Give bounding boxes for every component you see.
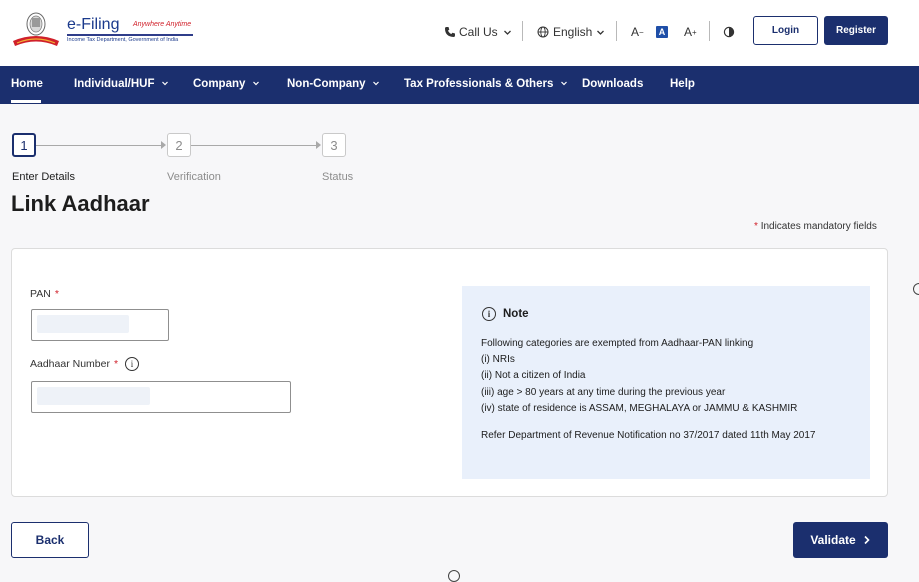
minus-icon: − [639, 27, 644, 37]
brand-divider [67, 34, 193, 36]
pan-label-text: PAN [30, 288, 51, 300]
step-1-indicator: 1 [12, 133, 36, 157]
header-divider [522, 21, 523, 41]
chevron-down-icon [597, 30, 605, 35]
aadhaar-number-input[interactable] [31, 381, 291, 413]
brand-department: Income Tax Department, Government of Ind… [67, 37, 179, 43]
chevron-down-icon [161, 81, 168, 86]
nav-item-label: Individual/HUF [74, 78, 155, 90]
nav-item-label: Tax Professionals & Others [404, 78, 554, 90]
font-normal-label: A [656, 26, 668, 38]
pan-input[interactable] [31, 309, 169, 341]
aadhaar-label: Aadhaar Number * i [30, 357, 140, 371]
phone-icon [445, 27, 455, 37]
efiling-logo[interactable]: e-Filing Anywhere Anytime Income Tax Dep… [11, 10, 201, 50]
edge-circle-fragment [448, 570, 460, 582]
contrast-toggle[interactable] [723, 20, 735, 44]
validate-button[interactable]: Validate [793, 522, 888, 558]
main-nav: Home Individual/HUF Company Non-Company … [0, 66, 919, 104]
nav-item-home[interactable]: Home [11, 78, 43, 90]
chevron-down-icon [252, 81, 259, 86]
required-star: * [54, 288, 59, 300]
font-decrease-label: A [631, 25, 640, 39]
step-2-label: Verification [167, 171, 221, 183]
note-reference: Refer Department of Revenue Notification… [481, 430, 816, 441]
call-us-dropdown[interactable]: Call Us [444, 20, 512, 44]
national-emblem-icon [13, 12, 59, 46]
step-1-label: Enter Details [12, 171, 75, 183]
note-line: (ii) Not a citizen of India [481, 370, 586, 382]
nav-item-help[interactable]: Help [670, 78, 695, 90]
page-title: Link Aadhaar [11, 191, 150, 216]
nav-active-indicator [11, 100, 41, 103]
required-star: * [113, 358, 119, 370]
required-star: * [754, 221, 758, 232]
contrast-icon [723, 26, 735, 38]
font-increase-label: A [684, 25, 693, 39]
pan-input-redacted-value [37, 315, 129, 333]
font-normal-button[interactable]: A [656, 20, 668, 44]
info-icon[interactable]: i [125, 357, 140, 371]
call-us-label: Call Us [459, 25, 498, 39]
note-heading-text: Note [503, 308, 529, 320]
note-line: (i) NRIs [481, 354, 515, 366]
arrow-right-icon [316, 141, 321, 149]
top-header: e-Filing Anywhere Anytime Income Tax Dep… [0, 0, 919, 66]
register-button[interactable]: Register [824, 16, 888, 45]
note-panel: i Note Following categories are exempted… [462, 286, 870, 479]
brand-title: e-Filing [67, 16, 120, 33]
chevron-down-icon [372, 81, 379, 86]
back-button[interactable]: Back [11, 522, 89, 558]
chevron-down-icon [560, 81, 567, 86]
font-increase-button[interactable]: A + [684, 20, 697, 44]
pan-label: PAN * [30, 288, 59, 300]
header-divider [709, 21, 710, 41]
nav-item-company[interactable]: Company [193, 78, 260, 90]
chevron-right-icon [864, 535, 870, 545]
nav-item-individual-huf[interactable]: Individual/HUF [74, 78, 169, 90]
info-icon: i [482, 307, 496, 321]
step-3-label: Status [322, 171, 354, 183]
plus-icon: + [692, 27, 697, 37]
note-line: (iv) state of residence is ASSAM, MEGHAL… [481, 402, 798, 414]
nav-item-tax-professionals[interactable]: Tax Professionals & Others [404, 78, 568, 90]
language-dropdown[interactable]: English [537, 20, 605, 44]
aadhaar-input-redacted-value [37, 387, 150, 405]
login-button[interactable]: Login [753, 16, 818, 45]
nav-item-non-company[interactable]: Non-Company [287, 78, 380, 90]
note-heading: i Note [482, 307, 529, 321]
step-connector [191, 145, 317, 146]
note-body: Following categories are exempted from A… [481, 336, 861, 417]
header-divider [616, 21, 617, 41]
nav-item-downloads[interactable]: Downloads [582, 78, 643, 90]
nav-item-label: Non-Company [287, 78, 366, 90]
step-connector [36, 145, 162, 146]
mandatory-fields-text: Indicates mandatory fields [760, 221, 877, 232]
chevron-down-icon [503, 30, 511, 35]
font-decrease-button[interactable]: A − [631, 20, 644, 44]
edge-circle-fragment [913, 283, 919, 295]
validate-label: Validate [810, 533, 856, 547]
link-aadhaar-form-card: PAN * Aadhaar Number * i i Note Followin… [11, 248, 888, 497]
aadhaar-label-text: Aadhaar Number [30, 358, 110, 370]
language-label: English [553, 25, 593, 39]
brand-tagline: Anywhere Anytime [133, 21, 192, 28]
step-2-indicator: 2 [167, 133, 191, 157]
step-3-indicator: 3 [322, 133, 346, 157]
globe-icon [537, 26, 549, 38]
mandatory-fields-note: * Indicates mandatory fields [754, 221, 877, 232]
note-line: Following categories are exempted from A… [481, 338, 754, 349]
nav-item-label: Company [193, 78, 246, 90]
arrow-right-icon [161, 141, 166, 149]
note-line: (iii) age > 80 years at any time during … [481, 386, 726, 398]
